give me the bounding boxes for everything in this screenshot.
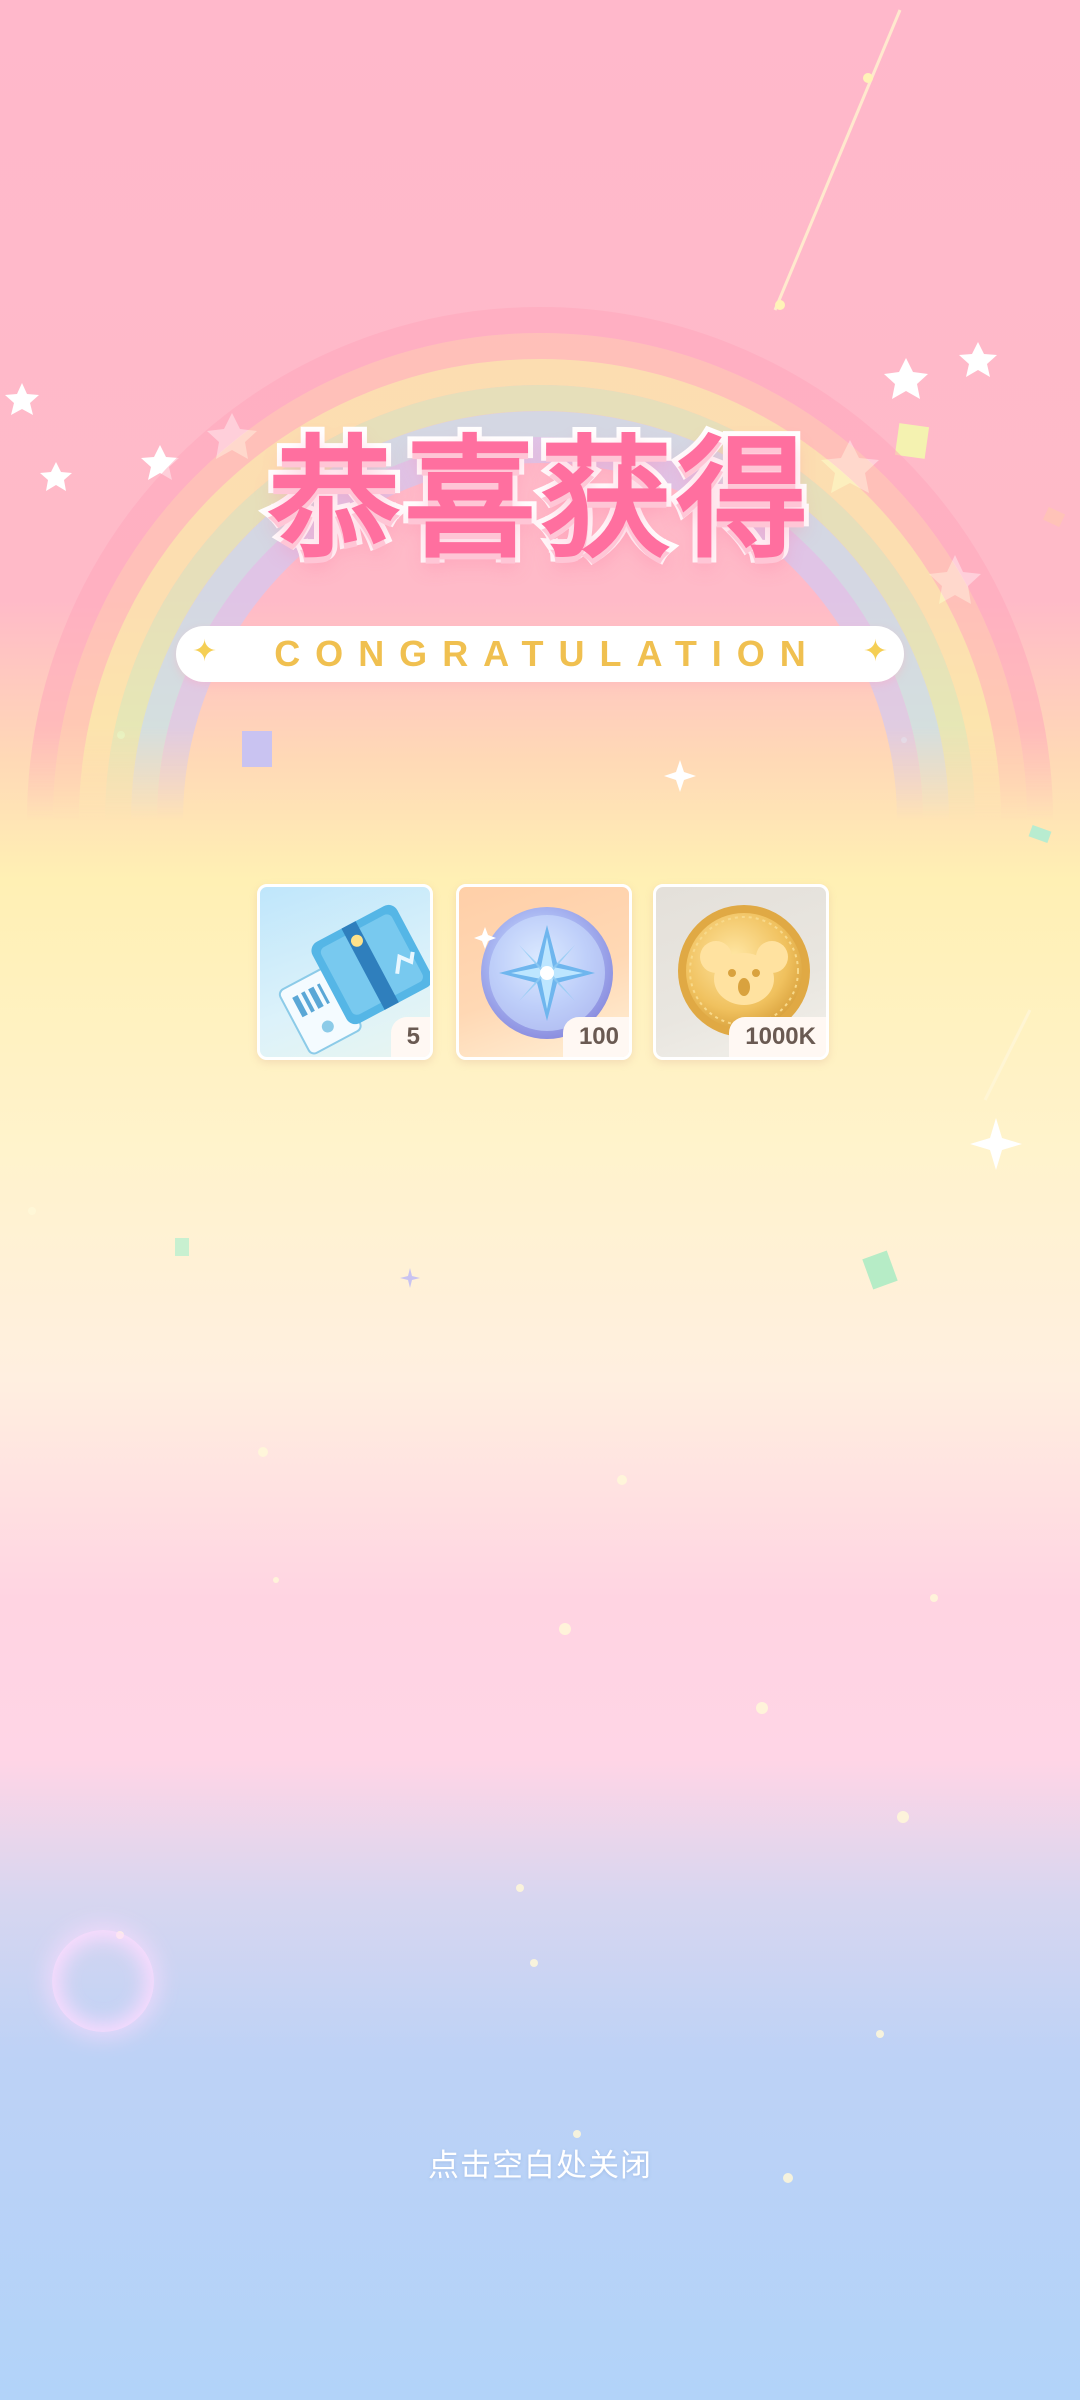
- close-hint[interactable]: 点击空白处关闭: [0, 2140, 1080, 2185]
- reward-item-star-token[interactable]: 100: [456, 884, 632, 1060]
- sparkle-icon: ✦: [192, 634, 218, 669]
- glow-ring-decoration: [52, 1930, 154, 2032]
- shooting-star-icon: [773, 9, 902, 311]
- reward-quantity: 1000K: [729, 1017, 826, 1057]
- reward-quantity: 5: [390, 1017, 430, 1057]
- congratulation-banner: ✦ CONGRATULATION ✦: [176, 626, 904, 682]
- reward-item-gold-coin[interactable]: 1000K: [653, 884, 829, 1060]
- reward-quantity: 100: [562, 1017, 629, 1057]
- sparkle-icon: [863, 73, 873, 83]
- page-title: 恭喜获得: [263, 418, 813, 582]
- reward-list: 5 100 1000K: [257, 884, 831, 1060]
- sparkle-icon: ✦: [862, 634, 888, 669]
- confetti-icon: [1028, 824, 1052, 844]
- confetti-icon: [862, 1250, 898, 1290]
- shooting-star-icon: [983, 1009, 1032, 1101]
- confetti-icon: [175, 1238, 189, 1256]
- reward-popup-screen[interactable]: { "header": { "title": "恭喜获得", "subtitle…: [0, 0, 1080, 2400]
- reward-item-ticket[interactable]: 5: [257, 884, 433, 1060]
- congratulation-text: CONGRATULATION: [274, 633, 821, 674]
- title-block: 恭喜获得: [0, 418, 1080, 582]
